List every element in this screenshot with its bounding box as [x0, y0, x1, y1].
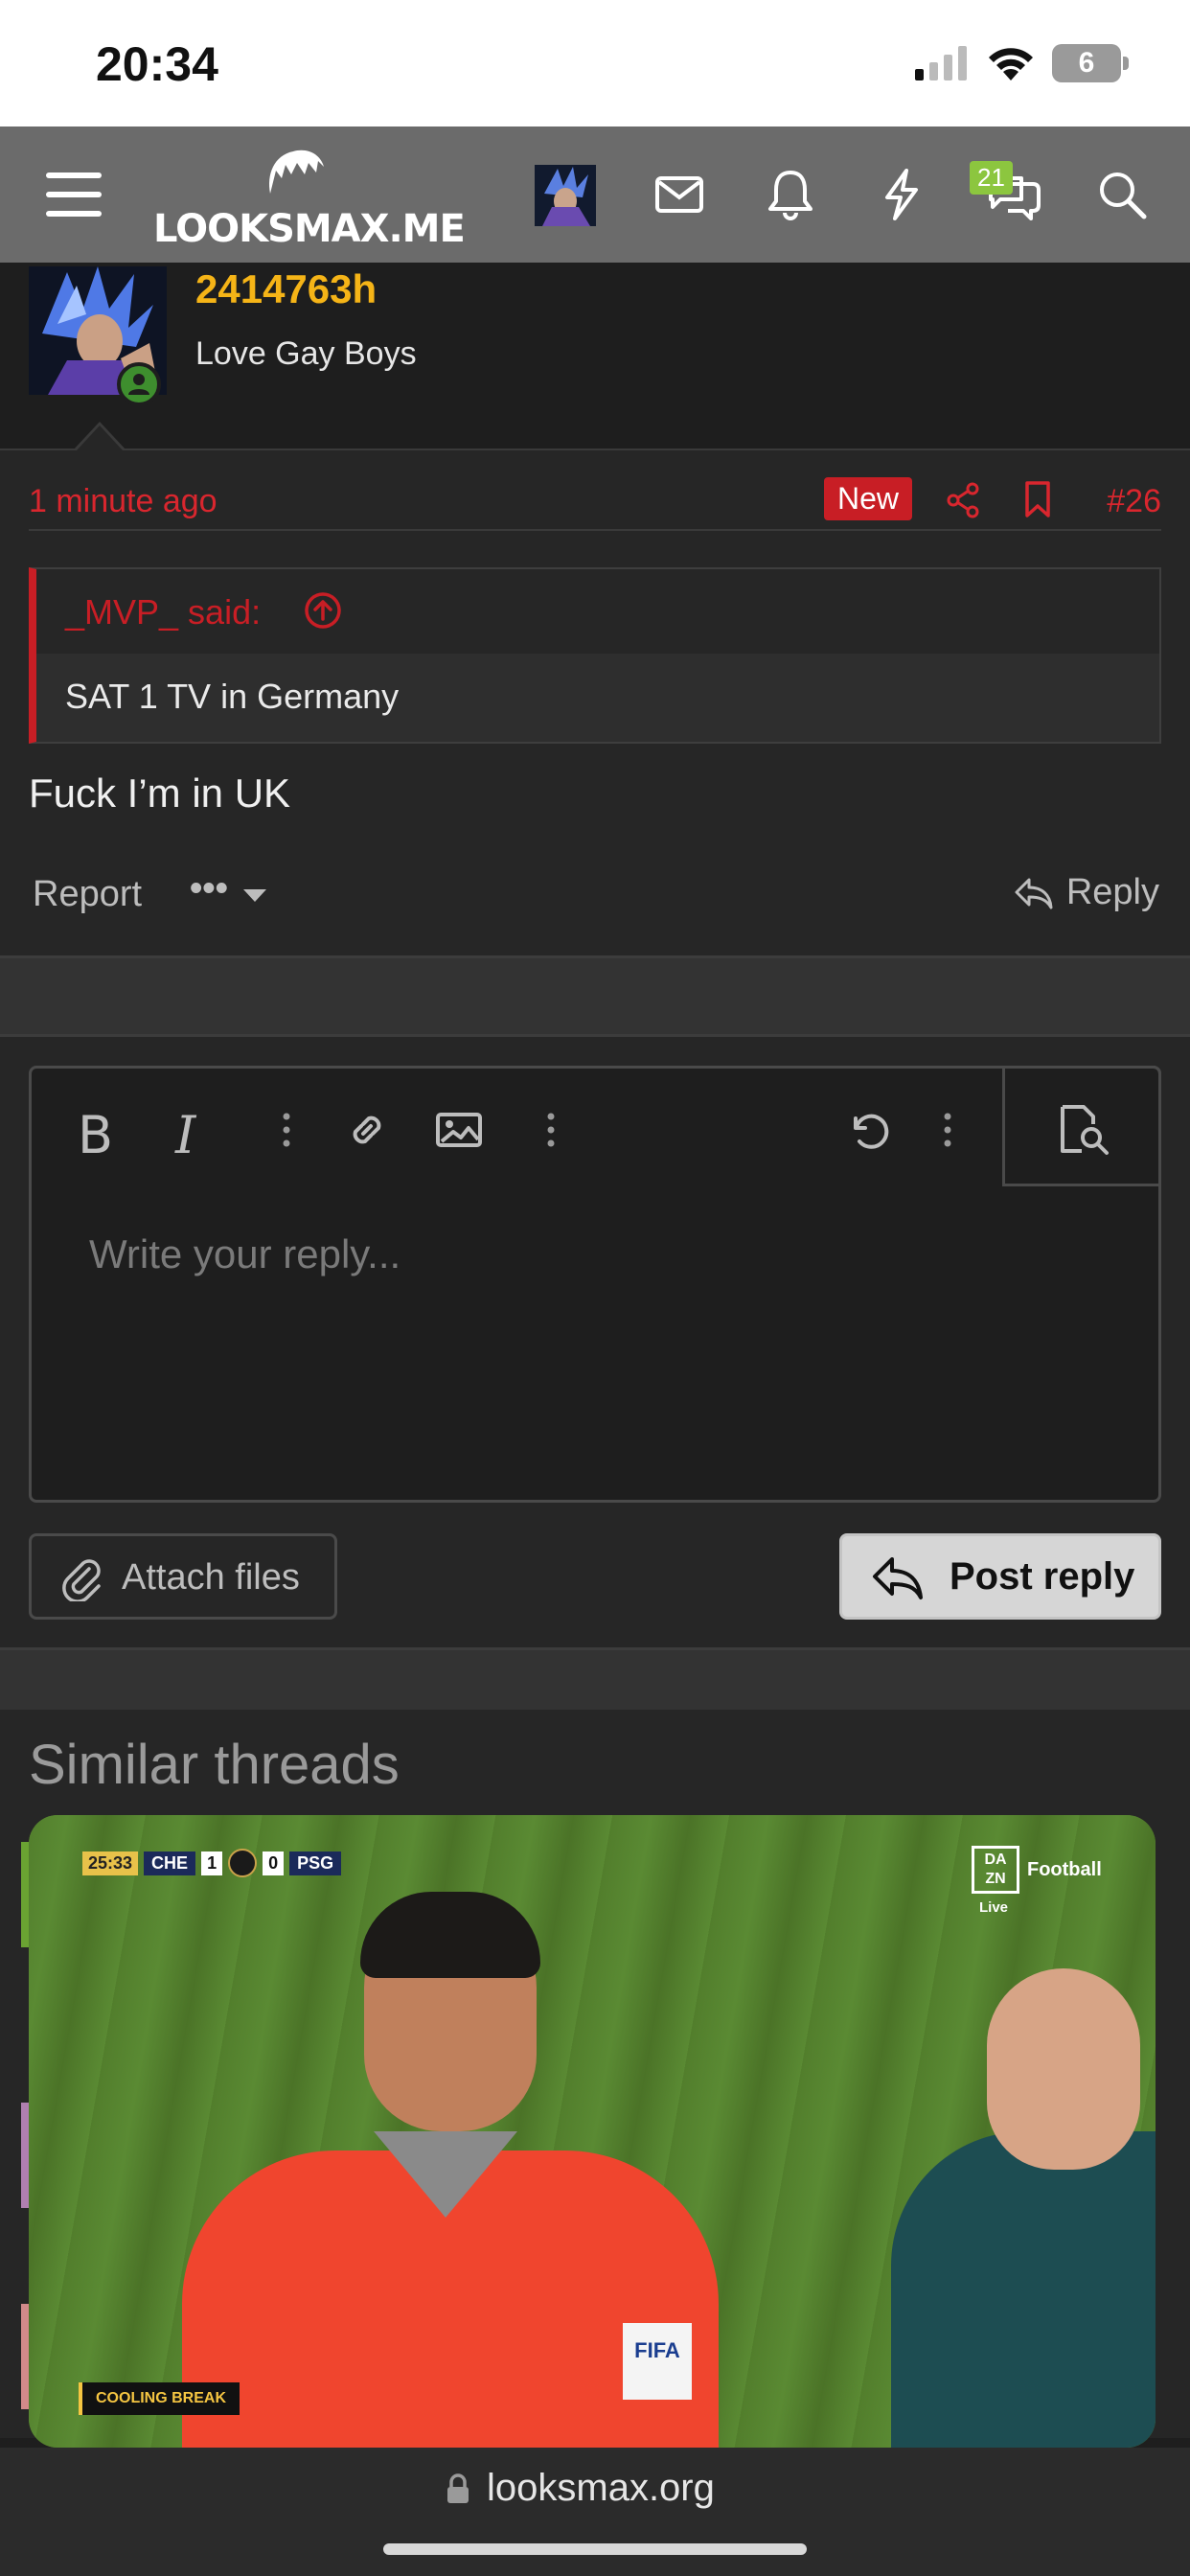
post-reply-button[interactable]: Post reply — [839, 1533, 1161, 1620]
post-number-link[interactable]: #26 — [1107, 483, 1161, 520]
post-body-text: Fuck I’m in UK — [29, 770, 291, 816]
new-badge: New — [824, 477, 913, 520]
status-bar: 20:34 6 — [0, 0, 1190, 126]
share-icon[interactable] — [944, 481, 982, 519]
post-timestamp[interactable]: 1 minute ago — [29, 483, 217, 520]
bold-button[interactable]: B — [78, 1105, 127, 1165]
chevron-down-icon[interactable] — [243, 889, 266, 902]
live-label: Live — [979, 1899, 1009, 1916]
post-actions-bar: Report ••• Reply — [29, 868, 1161, 926]
user-avatar[interactable] — [535, 165, 596, 226]
post-meta-bar: 1 minute ago New #26 — [29, 477, 1161, 531]
online-status-icon — [117, 362, 161, 406]
quote-header: _MVP_ said: — [36, 569, 1159, 654]
inbox-icon[interactable] — [650, 165, 709, 224]
search-icon[interactable] — [1092, 165, 1152, 224]
forum-navbar: LOOKSMAX.ME 21 — [0, 126, 1190, 263]
site-logo[interactable]: LOOKSMAX.ME — [153, 146, 466, 251]
picture-in-picture-video[interactable]: FIFA 25:33 CHE 1 0 PSG DA ZN Football Li… — [29, 1815, 1156, 2448]
home-indicator[interactable] — [383, 2543, 807, 2555]
more-options-button[interactable]: ••• — [190, 868, 228, 909]
preview-button[interactable] — [1002, 1066, 1161, 1186]
battery-icon: 6 — [1052, 44, 1129, 82]
rich-text-editor[interactable]: B I Write your reply... — [29, 1066, 1161, 1503]
away-score: 0 — [263, 1851, 285, 1875]
reply-input-placeholder[interactable]: Write your reply... — [89, 1231, 400, 1277]
broadcaster-logo: DA ZN — [972, 1846, 1019, 1894]
attach-files-label: Attach files — [122, 1557, 300, 1598]
status-time: 20:34 — [96, 37, 218, 91]
more-vertical-icon[interactable] — [923, 1105, 973, 1155]
similar-threads-title: Similar threads — [29, 1734, 400, 1796]
report-link[interactable]: Report — [33, 874, 142, 915]
bookmark-icon[interactable] — [1021, 479, 1054, 519]
tournament-logo-icon — [228, 1849, 258, 1877]
logo-hair-icon — [269, 150, 324, 194]
post-message: 1 minute ago New #26 _MVP_ said: SAT 1 T… — [0, 450, 1190, 958]
paperclip-icon — [62, 1559, 101, 1601]
quote-block: _MVP_ said: SAT 1 TV in Germany — [29, 567, 1161, 744]
arrow-up-circle-icon[interactable] — [303, 590, 343, 631]
post-author-block: 2414763h Love Gay Boys — [0, 263, 1190, 450]
editor-toolbar: B I — [32, 1066, 1161, 1187]
video-person — [987, 1968, 1140, 2170]
reply-icon — [873, 1557, 923, 1599]
link-icon[interactable] — [342, 1105, 392, 1155]
author-username[interactable]: 2414763h — [195, 266, 377, 312]
preview-icon — [1061, 1105, 1109, 1155]
cooling-break-banner: COOLING BREAK — [79, 2382, 240, 2415]
undo-icon[interactable] — [842, 1105, 892, 1155]
url-text[interactable]: looksmax.org — [487, 2467, 715, 2510]
image-icon[interactable] — [434, 1105, 484, 1155]
battery-level: 6 — [1078, 47, 1095, 79]
more-vertical-icon[interactable] — [262, 1105, 311, 1155]
fifa-badge: FIFA — [623, 2323, 692, 2400]
video-person — [891, 2131, 1156, 2448]
wifi-icon — [989, 48, 1033, 80]
conversations-badge: 21 — [970, 161, 1013, 195]
section-separator — [0, 958, 1190, 1037]
cellular-signal-icon — [915, 46, 967, 80]
reply-icon[interactable] — [1014, 876, 1054, 910]
italic-button[interactable]: I — [175, 1105, 225, 1165]
home-score: 1 — [201, 1851, 223, 1875]
quote-text: SAT 1 TV in Germany — [65, 677, 400, 716]
hamburger-menu-icon[interactable] — [44, 165, 103, 224]
lightning-icon[interactable] — [872, 165, 931, 224]
home-team: CHE — [144, 1851, 196, 1875]
lock-icon — [447, 2473, 469, 2503]
author-user-title: Love Gay Boys — [195, 335, 417, 372]
scoreboard-overlay: 25:33 CHE 1 0 PSG — [82, 1848, 342, 1878]
post-reply-label: Post reply — [950, 1555, 1135, 1598]
browser-address-bar[interactable]: looksmax.org — [0, 2448, 1190, 2576]
quote-author-link[interactable]: _MVP_ said: — [65, 592, 261, 632]
away-team: PSG — [289, 1851, 342, 1875]
section-separator — [0, 1650, 1190, 1710]
match-clock: 25:33 — [82, 1851, 139, 1875]
attach-files-button[interactable]: Attach files — [29, 1533, 337, 1620]
quick-reply-form: B I Write your reply... Attach files Pos… — [0, 1037, 1190, 1650]
bell-icon[interactable] — [761, 165, 820, 224]
reply-link[interactable]: Reply — [1066, 872, 1159, 913]
more-vertical-icon[interactable] — [526, 1105, 576, 1155]
broadcaster-label: Football — [1027, 1859, 1102, 1880]
